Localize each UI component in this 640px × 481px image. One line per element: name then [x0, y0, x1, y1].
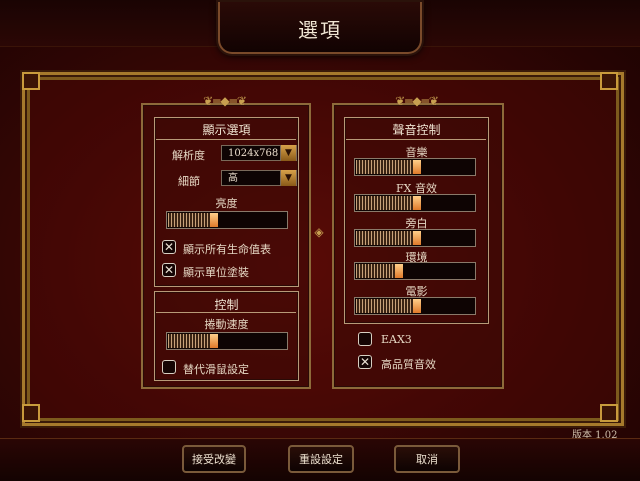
scroll-ornament-icon: ❦═◆═❦: [203, 94, 247, 108]
connector-ornament-icon: ◈: [314, 225, 324, 239]
brightness-label: 亮度: [215, 197, 238, 210]
hq-sound-checkbox[interactable]: ✕: [358, 355, 372, 369]
detail-label: 細節: [178, 175, 200, 188]
slider-knob[interactable]: [395, 264, 403, 278]
slider-fill: [356, 196, 421, 210]
chevron-down-icon[interactable]: ▼: [280, 145, 296, 161]
sound-control-title: 聲音控制: [392, 123, 441, 137]
eax-checkbox[interactable]: [358, 332, 372, 346]
control-title: 控制: [214, 298, 239, 312]
resolution-value: 1024x768: [228, 148, 279, 159]
alt-mouse-checkbox[interactable]: [162, 360, 176, 374]
page-title: 選項: [298, 18, 342, 42]
divider: [156, 312, 296, 313]
hq-sound-label: 高品質音效: [381, 358, 436, 371]
accept-changes-button[interactable]: 接受改變: [182, 445, 246, 473]
slider-knob[interactable]: [210, 213, 218, 227]
slider-fill: [356, 160, 421, 174]
slider-knob[interactable]: [413, 299, 421, 313]
reset-settings-button[interactable]: 重設設定: [288, 445, 354, 473]
alt-mouse-label: 替代滑鼠設定: [183, 363, 249, 376]
chevron-down-icon[interactable]: ▼: [280, 170, 296, 186]
narration-slider[interactable]: [354, 229, 476, 247]
slider-knob[interactable]: [413, 196, 421, 210]
frame-corner-ornament: [600, 404, 618, 422]
options-frame: [22, 72, 624, 426]
scroll-speed-slider[interactable]: [166, 332, 288, 350]
show-health-checkbox[interactable]: ✕: [162, 240, 176, 254]
scroll-ornament-icon: ❦═◆═❦: [395, 94, 439, 108]
ambient-slider[interactable]: [354, 262, 476, 280]
brightness-slider[interactable]: [166, 211, 288, 229]
slider-fill: [356, 231, 421, 245]
detail-value: 高: [228, 173, 238, 184]
show-decals-label: 顯示單位塗裝: [183, 266, 249, 279]
frame-corner-ornament: [22, 72, 40, 90]
frame-corner-ornament: [600, 72, 618, 90]
movie-slider[interactable]: [354, 297, 476, 315]
slider-knob[interactable]: [413, 231, 421, 245]
show-decals-checkbox[interactable]: ✕: [162, 263, 176, 277]
cancel-button[interactable]: 取消: [394, 445, 460, 473]
resolution-label: 解析度: [172, 149, 205, 162]
slider-knob[interactable]: [413, 160, 421, 174]
slider-fill: [356, 299, 421, 313]
frame-corner-ornament: [22, 404, 40, 422]
display-options-title: 顯示選項: [202, 123, 251, 137]
eax-label: EAX3: [381, 333, 412, 346]
fx-slider[interactable]: [354, 194, 476, 212]
show-health-label: 顯示所有生命值表: [183, 243, 271, 256]
music-slider[interactable]: [354, 158, 476, 176]
slider-knob[interactable]: [210, 334, 218, 348]
scroll-speed-label: 捲動速度: [204, 318, 249, 331]
divider: [156, 139, 296, 140]
divider: [346, 139, 486, 140]
